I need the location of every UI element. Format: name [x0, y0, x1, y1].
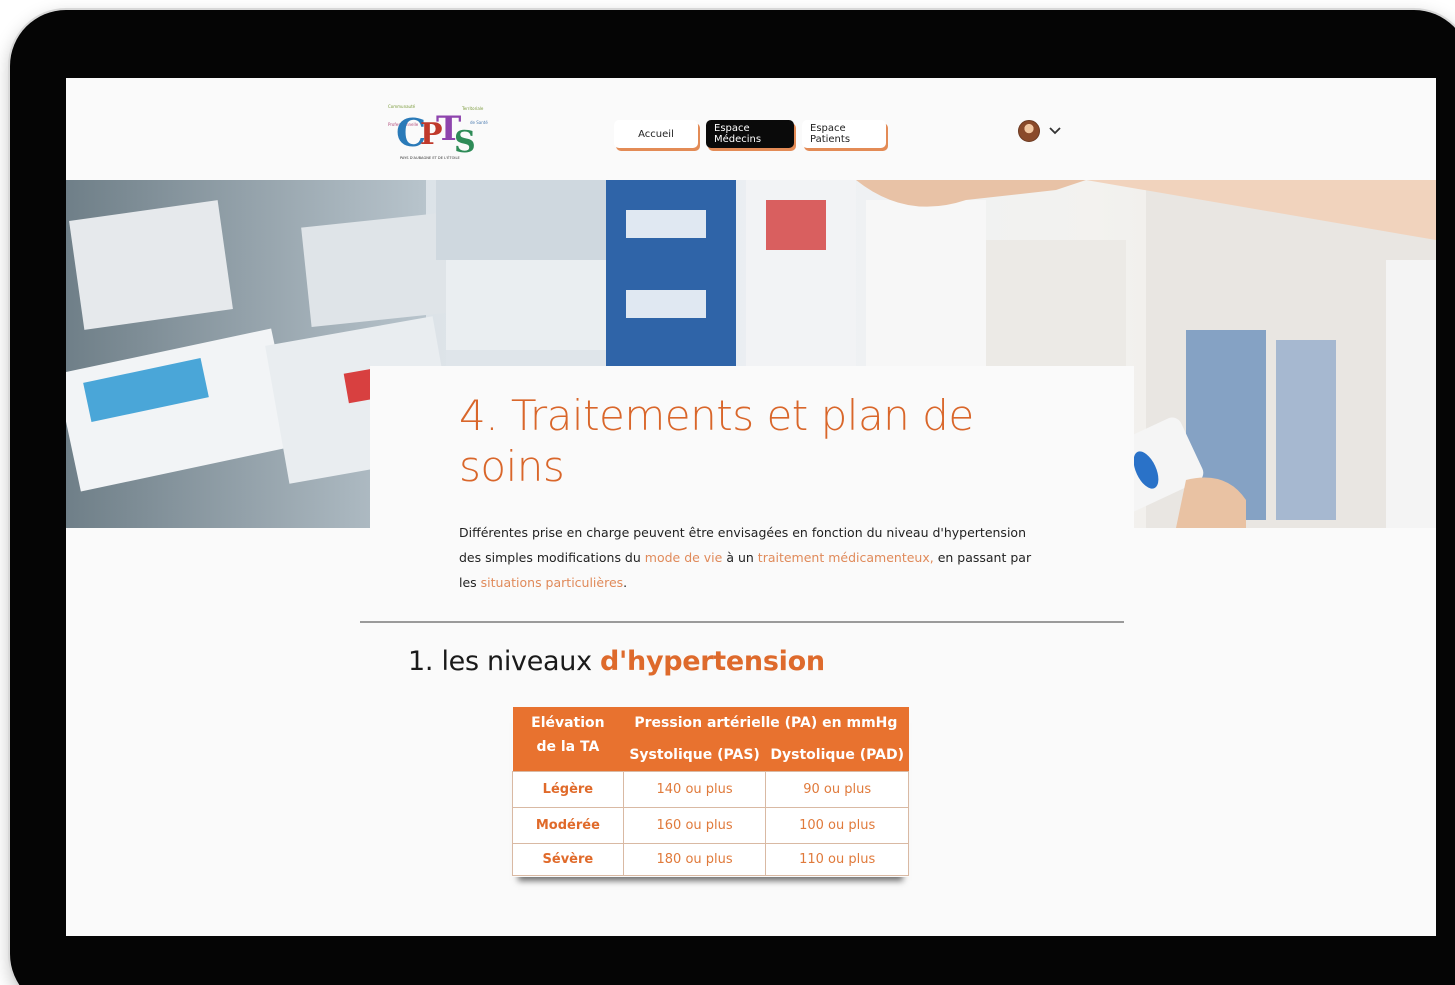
systolic-cell: 160 ou plus — [622, 806, 767, 844]
diastolic-cell: 100 ou plus — [765, 806, 909, 844]
level-cell: Sévère — [512, 842, 624, 876]
site-header: Communauté Territoriale de Santé Profess… — [66, 78, 1436, 180]
chevron-down-icon[interactable] — [1048, 126, 1062, 136]
profile-menu[interactable] — [1018, 120, 1062, 142]
intro-paragraph: Différentes prise en charge peuvent être… — [459, 520, 1039, 595]
section-title: 1. les niveaux d'hypertension — [408, 646, 825, 677]
svg-text:S: S — [454, 125, 476, 160]
main-nav: Accueil Espace Médecins Espace Patients — [614, 120, 886, 148]
section-title-accent: d'hypertension — [600, 646, 825, 677]
diastolic-cell: 110 ou plus — [765, 842, 909, 876]
table-header-diastolic: Dystolique (PAD) — [765, 739, 909, 771]
intro-text-4: . — [623, 575, 628, 590]
svg-text:PAYS D'AUBAGNE ET DE L'ÉTOILE: PAYS D'AUBAGNE ET DE L'ÉTOILE — [400, 155, 460, 160]
mode-de-vie-link[interactable]: mode de vie — [645, 550, 723, 565]
nav-espace-patients-button[interactable]: Espace Patients — [802, 120, 886, 148]
nav-accueil-button[interactable]: Accueil — [614, 120, 698, 148]
section-title-prefix: 1. les niveaux — [408, 646, 601, 677]
table-row: Modérée 160 ou plus 100 ou plus — [512, 806, 909, 844]
table-row: Sévère 180 ou plus 110 ou plus — [512, 842, 909, 876]
intro-text-2: à un — [722, 550, 758, 565]
page-title: 4. Traitements et plan de soins — [459, 391, 974, 491]
situations-particulieres-link[interactable]: situations particulières — [481, 575, 624, 590]
table-header-elevation: Elévation de la TA — [512, 707, 624, 771]
systolic-cell: 180 ou plus — [622, 842, 767, 876]
nav-espace-medecins-button[interactable]: Espace Médecins — [706, 120, 794, 148]
systolic-cell: 140 ou plus — [622, 770, 767, 808]
traitement-medicamenteux-link[interactable]: traitement médicamenteux, — [758, 550, 934, 565]
section-divider — [360, 621, 1124, 623]
svg-text:Territoriale: Territoriale — [461, 106, 484, 111]
svg-text:Communauté: Communauté — [388, 104, 416, 109]
table-row: Légère 140 ou plus 90 ou plus — [512, 770, 909, 808]
cpts-logo[interactable]: Communauté Territoriale de Santé Profess… — [382, 96, 492, 164]
hypertension-levels-table: Elévation de la TA Pression artérielle (… — [512, 707, 909, 877]
diastolic-cell: 90 ou plus — [765, 770, 909, 808]
avatar[interactable] — [1018, 120, 1040, 142]
table-header-systolic: Systolique (PAS) — [623, 739, 766, 771]
table-header-pressure: Pression artérielle (PA) en mmHg — [623, 707, 909, 739]
level-cell: Modérée — [512, 806, 624, 844]
level-cell: Légère — [512, 770, 624, 808]
